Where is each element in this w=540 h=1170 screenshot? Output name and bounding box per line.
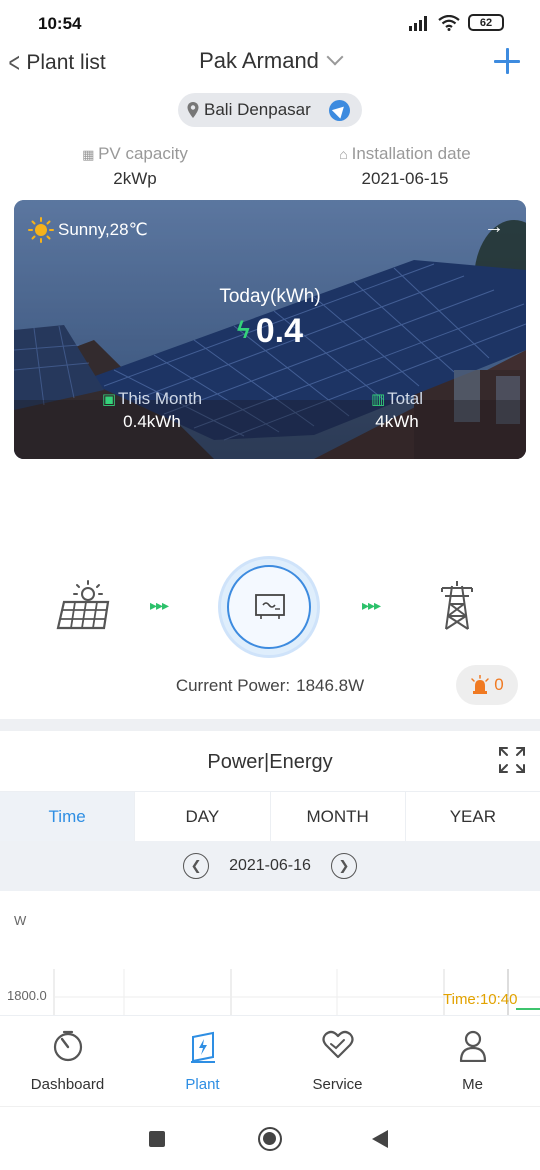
plant-icon [190,1031,215,1063]
section-title: Power|Energy [207,751,333,773]
period-tabs: Time DAY MONTH YEAR [0,791,540,841]
alarm-light-icon [471,675,490,694]
signal-icon [409,15,427,31]
tab-month[interactable]: MONTH [271,792,406,841]
navigate-icon[interactable] [329,100,350,121]
inverter-icon [255,594,285,619]
bar-chart-icon: ▥ [370,391,386,408]
nav-plant-label: Plant [185,1076,220,1093]
today-value: 0.4 [255,312,303,350]
installation-date: ⌂ Installation date 2021-06-15 [270,144,540,189]
gauge-icon [53,1030,82,1062]
home-button[interactable] [258,1127,282,1151]
bolt-icon: ϟ [237,317,250,344]
power-chart[interactable]: W 1800.0 Time:10:40 [0,891,540,1015]
installation-date-value: 2021-06-15 [361,169,449,188]
location-text: Bali Denpasar [204,100,311,119]
chart-tooltip-time: Time:10:40 [443,991,518,1008]
pv-capacity-label: PV capacity [98,144,188,163]
nav-dashboard-label: Dashboard [30,1076,105,1093]
system-nav-bar [0,1106,540,1170]
this-month-value: 0.4kWh [123,412,181,431]
nav-service[interactable]: Service [270,1016,405,1106]
bottom-nav: Dashboard Plant Service Me [0,1015,540,1106]
this-month-stat: ▣ This Month 0.4kWh [52,389,252,432]
solar-panel-icon [56,580,110,630]
recents-button[interactable] [149,1131,165,1147]
flow-arrows-left: ▸▸▸ [150,597,169,613]
tab-time[interactable]: Time [0,792,136,841]
person-icon [459,1030,486,1062]
today-label: Today(kWh) [219,286,321,307]
status-time: 10:54 [38,14,82,33]
add-icon[interactable] [494,46,522,76]
battery-level: 62 [479,16,493,29]
status-icons: 62 [408,14,504,31]
plant-title: Pak Armand [199,48,319,73]
flow-arrows-right: ▸▸▸ [362,597,381,613]
today-energy: ϟ 0.4 [14,312,526,351]
house-small-icon: ⌂ [339,146,352,162]
date-selector: ❮ 2021-06-16 ❯ [0,841,540,891]
total-value: 4kWh [375,412,419,431]
status-bar: 10:54 62 [0,0,540,46]
current-power-value: 1846.8W [296,676,365,695]
installation-date-label: Installation date [351,144,471,163]
current-power-label: Current Power: [175,676,291,695]
heart-icon [321,1030,354,1059]
pv-capacity-value: 2kWp [113,169,157,188]
power-tower-icon [441,581,473,630]
nav-me-label: Me [462,1076,483,1093]
section-divider [0,719,540,731]
nav-me[interactable]: Me [405,1016,540,1106]
tab-year[interactable]: YEAR [406,792,540,841]
pin-icon [187,102,199,118]
inverter-button[interactable] [227,565,311,649]
battery-charge-icon: ▣ [101,391,117,408]
total-label: Total [387,389,424,408]
alarm-count: 0 [494,675,504,694]
chart-y-tick: 1800.0 [7,988,47,1003]
back-system-button[interactable] [372,1130,388,1148]
plant-selector[interactable]: Pak Armand [0,48,540,74]
fullscreen-icon[interactable] [498,746,526,774]
nav-service-label: Service [312,1076,363,1093]
sun-icon [28,217,54,243]
alarm-button[interactable]: 0 [456,665,518,705]
plant-summary-card[interactable]: Sunny,28℃ → Today(kWh) ϟ 0.4 ▣ This Month … [14,200,526,459]
panel-small-icon: ▦ [82,147,99,162]
nav-plant[interactable]: Plant [135,1016,270,1106]
tab-day[interactable]: DAY [135,792,271,841]
prev-date-button[interactable]: ❮ [183,853,210,879]
nav-dashboard[interactable]: Dashboard [0,1016,135,1106]
arrow-right-icon[interactable]: → [484,216,504,239]
weather-text: Sunny,28℃ [58,220,148,239]
weather: Sunny,28℃ [28,217,148,243]
pv-capacity: ▦ PV capacity 2kWp [0,144,270,189]
battery-icon: 62 [468,14,504,31]
wifi-icon [438,14,460,31]
this-month-label: This Month [118,389,203,408]
location-pill[interactable]: Bali Denpasar [178,93,362,127]
chevron-down-icon [326,48,344,66]
total-stat: ▥ Total 4kWh [297,389,497,432]
next-date-button[interactable]: ❯ [330,853,357,879]
selected-date[interactable]: 2021-06-16 [229,857,311,875]
